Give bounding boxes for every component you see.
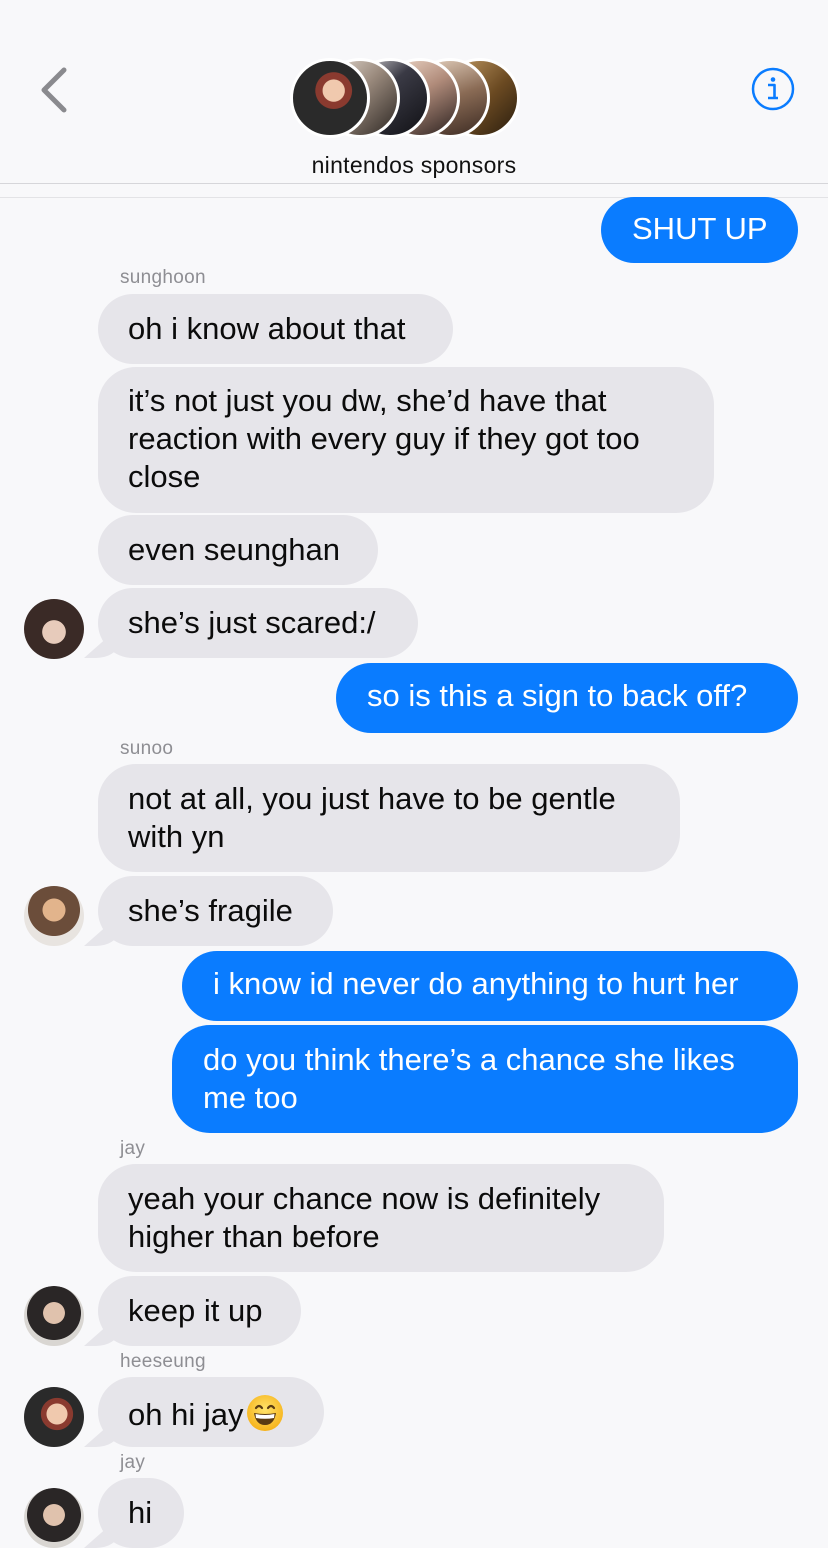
avatar[interactable] bbox=[24, 1286, 84, 1346]
message-text-line: close bbox=[128, 459, 201, 494]
message-bubble-received[interactable]: she’s just scared:/ bbox=[98, 588, 418, 658]
message-bubble-sent[interactable]: so is this a sign to back off? bbox=[336, 663, 798, 733]
message-bubble-sent[interactable]: do you think there’s a chance she likes … bbox=[172, 1025, 798, 1133]
back-button[interactable] bbox=[34, 62, 74, 118]
header-divider bbox=[0, 183, 828, 184]
sender-name: sunghoon bbox=[120, 267, 206, 288]
message-text-line: it’s not just you dw, she’d have that bbox=[128, 383, 607, 418]
message-text-line: yeah your chance now is definitely bbox=[128, 1181, 601, 1216]
message-text: even seunghan bbox=[128, 532, 341, 567]
message-bubble-received[interactable]: not at all, you just have to be gentle w… bbox=[98, 764, 680, 872]
info-icon bbox=[751, 67, 795, 111]
message-bubble-received[interactable]: oh i know about that bbox=[98, 294, 453, 364]
message-text: she’s fragile bbox=[128, 893, 293, 928]
message-text-line: with yn bbox=[128, 819, 225, 854]
message-text: oh hi jay bbox=[128, 1397, 244, 1432]
sender-name: jay bbox=[120, 1452, 146, 1473]
message-text-line: not at all, you just have to be gentle bbox=[128, 781, 616, 816]
group-avatars[interactable] bbox=[290, 58, 530, 142]
message-text-line: reaction with every guy if they got too bbox=[128, 421, 640, 456]
message-text-line: higher than before bbox=[128, 1219, 380, 1254]
message-text: keep it up bbox=[128, 1293, 263, 1328]
avatar[interactable] bbox=[24, 599, 84, 659]
message-text: oh i know about that bbox=[128, 311, 406, 346]
message-text: hi bbox=[128, 1495, 153, 1530]
avatar[interactable] bbox=[24, 1387, 84, 1447]
message-bubble-received[interactable]: she’s fragile bbox=[98, 876, 333, 946]
message-bubble-received[interactable]: yeah your chance now is definitely highe… bbox=[98, 1164, 664, 1272]
sender-name: jay bbox=[120, 1138, 146, 1159]
grinning-face-emoji bbox=[247, 1395, 284, 1431]
chevron-left-icon bbox=[41, 67, 67, 113]
message-text: SHUT UP bbox=[632, 211, 768, 246]
message-bubble-received[interactable]: it’s not just you dw, she’d have that re… bbox=[98, 367, 714, 513]
message-text: she’s just scared:/ bbox=[128, 605, 376, 640]
message-text: so is this a sign to back off? bbox=[367, 678, 748, 713]
chat-header: nintendos sponsors bbox=[0, 0, 828, 183]
message-bubble-received[interactable]: even seunghan bbox=[98, 515, 378, 585]
avatar[interactable] bbox=[24, 886, 84, 946]
group-avatar bbox=[290, 58, 370, 138]
sender-name: sunoo bbox=[120, 738, 174, 759]
message-bubble-sent[interactable]: i know id never do anything to hurt her bbox=[182, 951, 798, 1021]
message-text: i know id never do anything to hurt her bbox=[213, 966, 739, 1001]
sender-name: heeseung bbox=[120, 1351, 206, 1372]
message-bubble-received[interactable]: oh hi jay bbox=[98, 1377, 324, 1447]
avatar[interactable] bbox=[24, 1488, 84, 1548]
message-text-line: do you think there’s a chance she likes bbox=[203, 1042, 735, 1077]
message-text-line: me too bbox=[203, 1080, 298, 1115]
message-bubble-sent[interactable]: SHUT UP bbox=[601, 197, 798, 263]
message-bubble-received[interactable]: keep it up bbox=[98, 1276, 301, 1346]
info-button[interactable] bbox=[751, 67, 795, 111]
group-name[interactable]: nintendos sponsors bbox=[0, 152, 828, 179]
